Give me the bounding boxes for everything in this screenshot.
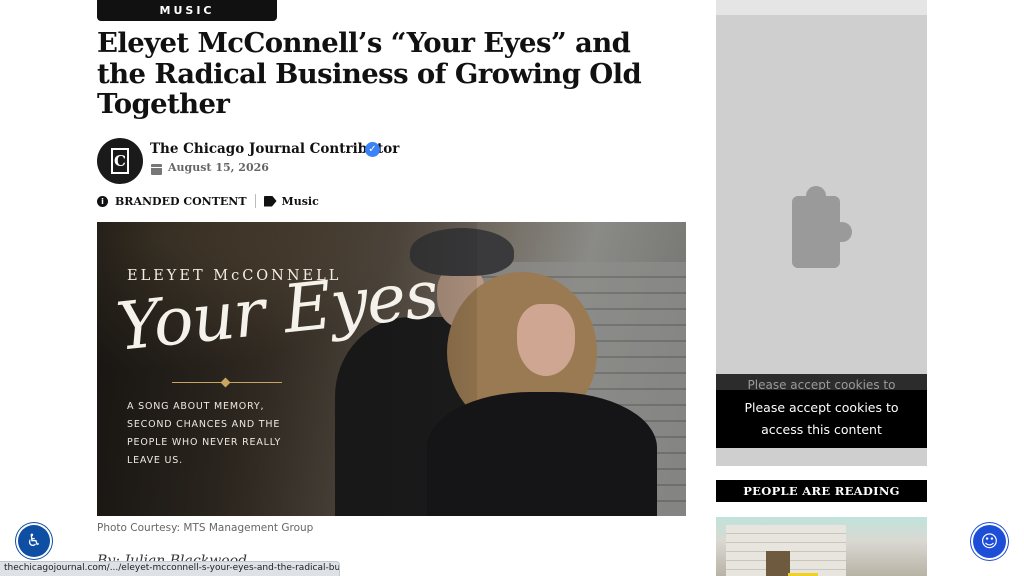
hero-ornament	[172, 382, 282, 383]
calendar-icon	[151, 164, 162, 175]
cookie-notice[interactable]: Please accept cookies to access this con…	[716, 390, 927, 448]
accessibility-widget-icon[interactable]: ♿	[18, 525, 50, 557]
info-icon: i	[97, 195, 108, 207]
tags-icon	[263, 195, 277, 207]
thumb-door	[766, 551, 790, 576]
branded-content-label: BRANDED CONTENT	[115, 194, 247, 208]
author-avatar[interactable]: C	[97, 138, 143, 184]
author-logo-letter: C	[111, 148, 129, 174]
image-caption: Photo Courtesy: MTS Management Group	[97, 522, 314, 534]
accessibility-icon[interactable]: ☺	[973, 525, 1006, 558]
tag-separator	[254, 194, 256, 208]
status-bar-url: thechicagojournal.com/.../eleyet-mcconne…	[0, 561, 340, 576]
reading-article-thumbnail[interactable]	[716, 517, 927, 576]
ad-top-strip	[716, 0, 927, 15]
publish-date: August 15, 2026	[168, 161, 269, 174]
article-title: Eleyet McConnell’s “Your Eyes” and the R…	[97, 27, 642, 120]
puzzle-icon	[792, 186, 852, 268]
author-name-link[interactable]: The Chicago Journal Contributor	[150, 141, 399, 157]
tag-link-music[interactable]: Music	[282, 195, 319, 208]
article-tags: i BRANDED CONTENT Music	[97, 193, 319, 209]
hero-woman-face	[517, 304, 575, 376]
category-badge[interactable]: MUSIC	[97, 0, 277, 21]
hero-image: ELEYET McCONNELL Your Eyes A SONG ABOUT …	[97, 222, 686, 516]
hero-subtitle: A SONG ABOUT MEMORY, SECOND CHANCES AND …	[127, 401, 282, 466]
people-reading-heading: PEOPLE ARE READING	[716, 480, 927, 502]
verified-badge-icon: ✓	[365, 142, 380, 157]
cookie-notice-ghost: Please accept cookies to	[716, 374, 927, 390]
